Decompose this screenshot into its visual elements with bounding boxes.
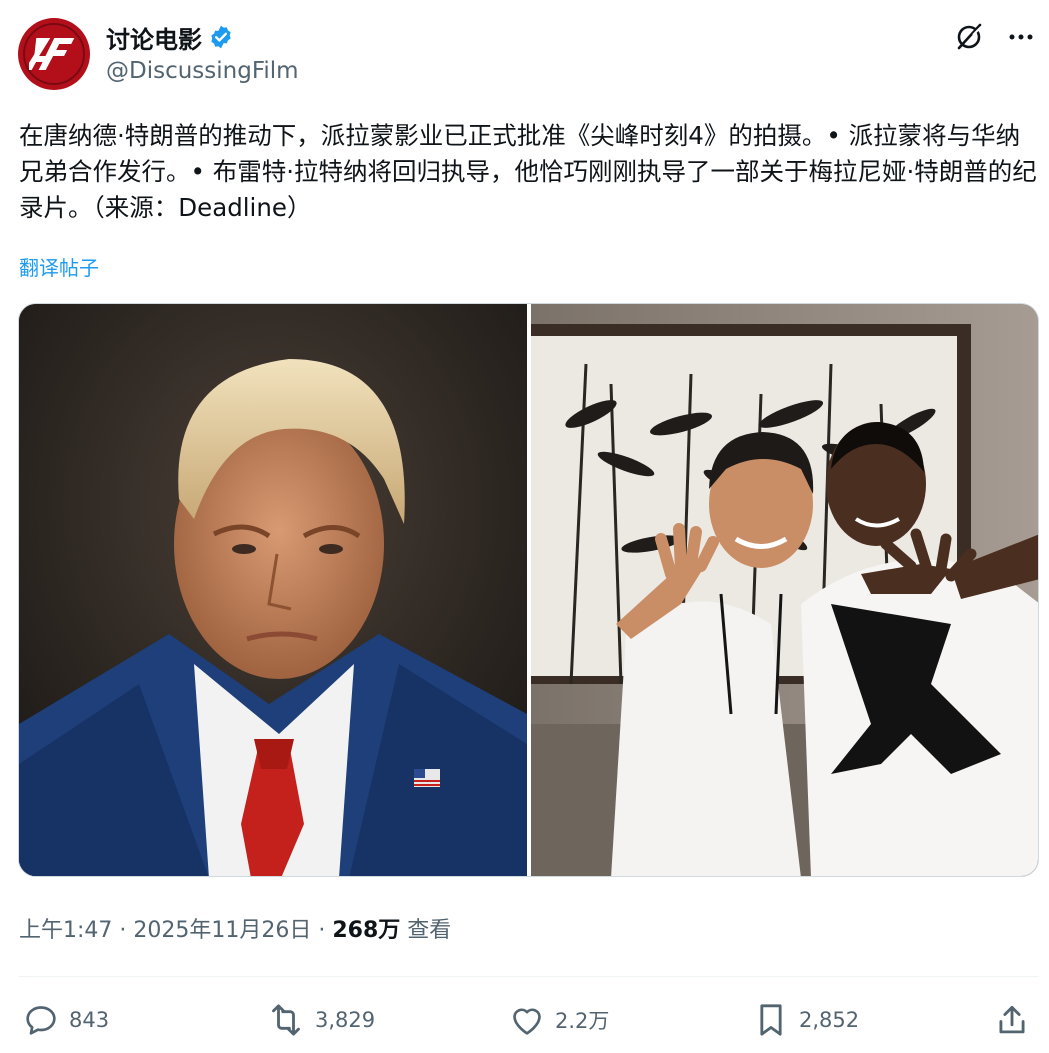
like-button[interactable]: 2.2万 xyxy=(507,1000,609,1040)
views-count: 268万 xyxy=(332,918,401,943)
divider xyxy=(19,976,1039,977)
author-names: 讨论电影 @DiscussingFilm xyxy=(106,20,299,85)
header-actions xyxy=(952,20,1038,54)
author-handle[interactable]: @DiscussingFilm xyxy=(106,58,299,84)
post-header: 讨论电影 @DiscussingFilm xyxy=(18,16,1038,96)
bookmark-count: 2,852 xyxy=(799,1008,860,1032)
post-date[interactable]: 2025年11月26日 xyxy=(133,918,311,943)
avatar-logo xyxy=(23,23,85,85)
share-icon xyxy=(999,1005,1025,1034)
reply-count: 843 xyxy=(69,1008,110,1032)
post-text: 在唐纳德·特朗普的推动下，派拉蒙影业已正式批准《尖峰时刻4》的拍摄。• 派拉蒙将… xyxy=(19,121,1037,222)
translate-post-link[interactable]: 翻译帖子 xyxy=(19,252,99,281)
repost-count: 3,829 xyxy=(315,1008,376,1032)
display-name[interactable]: 讨论电影 xyxy=(106,20,202,55)
share-button[interactable] xyxy=(993,1000,1031,1040)
repost-icon xyxy=(272,1004,300,1036)
grok-icon[interactable] xyxy=(952,20,986,54)
avatar[interactable] xyxy=(18,18,90,90)
post-actions-bar: 843 3,829 2.2万 2,852 xyxy=(19,1000,1039,1040)
media-photo-left[interactable] xyxy=(19,304,527,876)
bookmark-icon xyxy=(760,1004,782,1036)
heart-icon xyxy=(513,1008,541,1035)
like-count: 2.2万 xyxy=(555,1009,610,1033)
meta-separator: · xyxy=(112,918,134,943)
post-media xyxy=(18,303,1039,877)
media-photo-right[interactable] xyxy=(531,304,1038,876)
verified-badge-icon[interactable] xyxy=(208,24,234,50)
views-label: 查看 xyxy=(400,918,452,943)
display-name-row: 讨论电影 xyxy=(106,20,299,54)
post-meta: 上午1:47 · 2025年11月26日 · 268万 查看 xyxy=(19,912,451,944)
repost-button[interactable]: 3,829 xyxy=(265,1000,375,1040)
reply-button[interactable]: 843 xyxy=(21,1000,109,1040)
reply-icon xyxy=(26,1006,56,1035)
post-time[interactable]: 上午1:47 xyxy=(19,918,112,943)
more-icon[interactable] xyxy=(1004,20,1038,54)
meta-separator: · xyxy=(311,918,333,943)
bookmark-button[interactable]: 2,852 xyxy=(751,1000,859,1040)
